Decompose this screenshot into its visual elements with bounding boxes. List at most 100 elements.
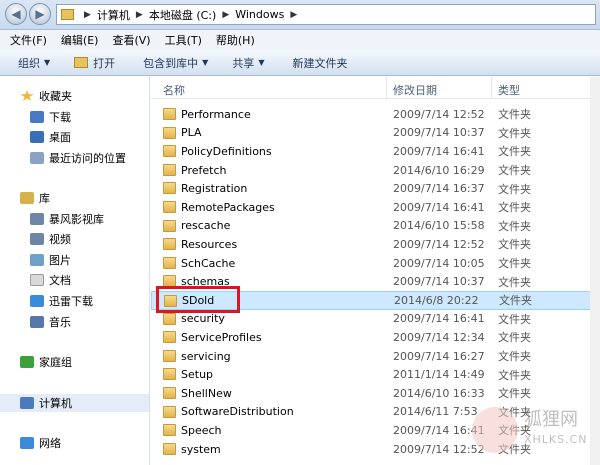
file-row[interactable]: Registration 2009/7/14 16:37 文件夹 — [151, 179, 600, 198]
nav-favorites[interactable]: 收藏夹 — [20, 87, 149, 105]
file-type: 文件夹 — [498, 164, 531, 178]
menu-tools[interactable]: 工具(T) — [165, 32, 202, 48]
file-name: RemotePackages — [181, 200, 275, 214]
menu-help[interactable]: 帮助(H) — [216, 32, 255, 48]
nav-downloads[interactable]: 下载 — [30, 108, 149, 126]
chevron-right-icon: ▶ — [84, 9, 91, 20]
nav-desktop[interactable]: 桌面 — [30, 128, 149, 146]
column-divider[interactable] — [386, 77, 387, 99]
arrow-right-icon: ▶ — [35, 7, 45, 21]
nav-label: 文档 — [49, 274, 71, 287]
file-type: 文件夹 — [498, 108, 531, 122]
new-folder-label: 新建文件夹 — [292, 56, 348, 70]
nav-xunlei[interactable]: 迅雷下载 — [30, 292, 149, 310]
folder-icon — [163, 256, 176, 269]
file-name: Performance — [181, 107, 251, 121]
file-row[interactable]: security 2009/7/14 16:41 文件夹 — [151, 310, 600, 329]
breadcrumb-windows[interactable]: Windows — [235, 8, 284, 21]
file-type: 文件夹 — [498, 219, 531, 233]
file-type: 文件夹 — [498, 387, 531, 401]
file-date: 2009/7/14 16:37 — [393, 182, 485, 196]
nav-label: 音乐 — [49, 316, 71, 329]
computer-icon — [20, 397, 34, 409]
file-row[interactable]: SchCache 2009/7/14 10:05 文件夹 — [151, 254, 600, 273]
column-divider[interactable] — [491, 77, 492, 99]
nav-label: 桌面 — [49, 131, 71, 144]
recent-places-icon — [30, 152, 44, 164]
file-type: 文件夹 — [498, 201, 531, 215]
nav-libraries[interactable]: 库 — [20, 189, 149, 207]
file-row[interactable]: PolicyDefinitions 2009/7/14 16:41 文件夹 — [151, 142, 600, 161]
file-row[interactable]: PLA 2009/7/14 10:37 文件夹 — [151, 124, 600, 143]
nav-label: 迅雷下载 — [49, 295, 93, 308]
file-row[interactable]: Prefetch 2014/6/10 16:29 文件夹 — [151, 161, 600, 180]
open-folder-icon — [74, 57, 89, 68]
file-row[interactable]: Performance 2009/7/14 12:52 文件夹 — [151, 105, 600, 124]
include-in-library-button[interactable]: 包含到库中 ▼ — [127, 50, 220, 75]
menu-edit[interactable]: 编辑(E) — [61, 32, 99, 48]
file-date: 2009/7/14 12:52 — [393, 107, 485, 121]
nav-label: 暴风影视库 — [49, 213, 104, 226]
column-name[interactable]: 名称 — [163, 82, 185, 98]
share-button[interactable]: 共享 ▼ — [220, 50, 276, 75]
back-button[interactable]: ◀ — [5, 3, 27, 25]
chevron-right-icon: ▶ — [135, 9, 143, 20]
file-type: 文件夹 — [498, 238, 531, 252]
file-row[interactable]: servicing 2009/7/14 16:27 文件夹 — [151, 347, 600, 366]
nav-network[interactable]: 网络 — [20, 434, 149, 452]
file-date: 2009/7/14 10:05 — [393, 256, 485, 270]
breadcrumb-computer[interactable]: 计算机 — [97, 7, 130, 23]
download-folder-icon — [30, 111, 44, 123]
file-row[interactable]: rescache 2014/6/10 15:58 文件夹 — [151, 217, 600, 236]
file-row[interactable]: ServiceProfiles 2009/7/14 12:34 文件夹 — [151, 328, 600, 347]
breadcrumb-drive-c[interactable]: 本地磁盘 (C:) — [149, 7, 216, 23]
column-date[interactable]: 修改日期 — [393, 82, 437, 98]
nav-computer[interactable]: 计算机 — [0, 394, 149, 412]
file-name: SchCache — [181, 256, 236, 270]
fox-logo-icon — [472, 407, 518, 453]
file-date: 2014/6/10 15:58 — [393, 219, 485, 233]
address-box[interactable]: ▶ 计算机 ▶ 本地磁盘 (C:) ▶ Windows ▶ — [56, 4, 596, 25]
forward-button[interactable]: ▶ — [29, 3, 51, 25]
nav-baofeng[interactable]: 暴风影视库 — [30, 210, 149, 228]
new-folder-button[interactable]: 新建文件夹 — [276, 50, 359, 75]
network-icon — [20, 437, 34, 449]
file-type: 文件夹 — [498, 182, 531, 196]
nav-pictures[interactable]: 图片 — [30, 251, 149, 269]
file-date: 2009/7/14 10:37 — [393, 126, 485, 140]
folder-icon — [164, 295, 177, 307]
folder-icon — [61, 9, 74, 20]
nav-documents[interactable]: 文档 — [30, 271, 149, 289]
file-row[interactable]: Resources 2009/7/14 12:52 文件夹 — [151, 235, 600, 254]
media-library-icon — [30, 213, 44, 225]
nav-label: 图片 — [49, 254, 71, 267]
file-name: SDold — [182, 293, 215, 307]
open-button[interactable]: 打开 — [62, 50, 127, 75]
file-row[interactable]: schemas 2009/7/14 10:37 文件夹 — [151, 272, 600, 291]
menu-view[interactable]: 查看(V) — [112, 32, 150, 48]
nav-label: 收藏夹 — [39, 90, 72, 103]
file-row[interactable]: ShellNew 2014/6/10 16:33 文件夹 — [151, 384, 600, 403]
nav-music[interactable]: 音乐 — [30, 313, 149, 331]
watermark-en: XHLKS.CN — [524, 433, 588, 446]
file-type: 文件夹 — [498, 275, 531, 289]
nav-videos[interactable]: 视频 — [30, 230, 149, 248]
music-icon — [30, 316, 44, 328]
file-name: Setup — [181, 368, 214, 382]
file-row[interactable]: Setup 2011/1/14 14:49 文件夹 — [151, 365, 600, 384]
chevron-right-icon: ▶ — [290, 9, 298, 20]
column-type[interactable]: 类型 — [498, 82, 520, 98]
organize-button[interactable]: 组织 ▼ — [0, 50, 62, 75]
nav-homegroup[interactable]: 家庭组 — [20, 353, 149, 371]
star-icon — [20, 90, 34, 101]
file-date: 2014/6/11 7:53 — [393, 405, 478, 419]
desktop-icon — [30, 131, 44, 143]
file-row[interactable]: SDold 2014/6/8 20:22 文件夹 — [151, 291, 600, 310]
folder-icon — [163, 387, 176, 399]
folder-icon — [163, 182, 176, 195]
file-date: 2009/7/14 16:41 — [393, 423, 485, 437]
file-type: 文件夹 — [498, 145, 531, 159]
menu-file[interactable]: 文件(F) — [10, 32, 47, 48]
nav-recent[interactable]: 最近访问的位置 — [30, 149, 149, 167]
file-row[interactable]: RemotePackages 2009/7/14 16:41 文件夹 — [151, 198, 600, 217]
